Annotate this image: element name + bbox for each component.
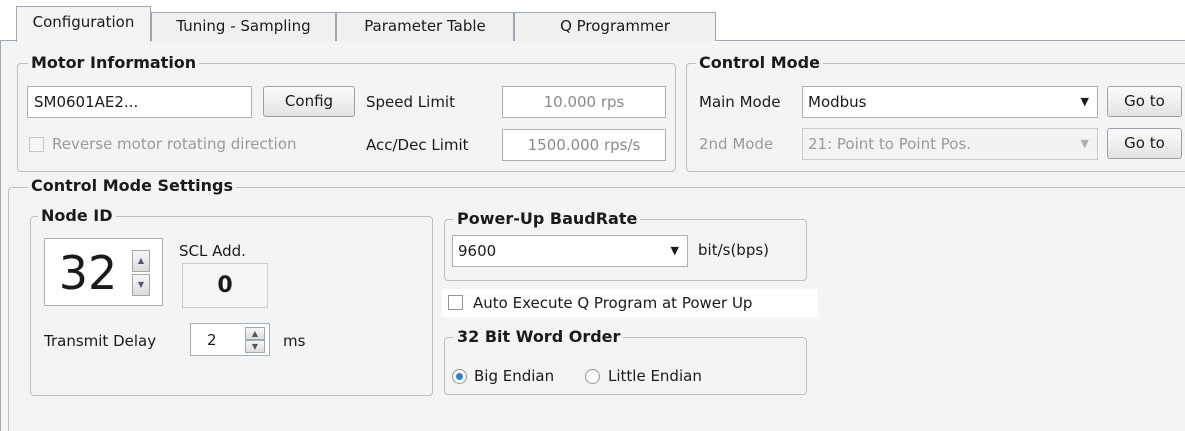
auto-execute-checkbox[interactable] <box>448 295 463 310</box>
transmit-delay-unit: ms <box>283 332 306 350</box>
tab-parameter-table[interactable]: Parameter Table <box>336 12 514 41</box>
main-mode-value: Modbus <box>808 93 867 111</box>
acc-dec-limit-field[interactable]: 1500.000 rps/s <box>502 129 666 161</box>
transmit-delay-field[interactable]: 2 ▲ ▼ <box>190 323 270 356</box>
second-mode-select[interactable]: 21: Point to Point Pos. ▼ <box>802 128 1098 160</box>
tab-q-programmer[interactable]: Q Programmer <box>514 12 716 41</box>
node-id-down-button[interactable]: ▼ <box>132 274 150 296</box>
main-mode-select[interactable]: Modbus ▼ <box>802 86 1098 118</box>
baudrate-value: 9600 <box>458 242 497 260</box>
second-mode-label: 2nd Mode <box>699 135 774 153</box>
big-endian-label: Big Endian <box>474 367 555 385</box>
motor-information-title: Motor Information <box>28 54 200 72</box>
baudrate-unit: bit/s(bps) <box>698 241 770 259</box>
auto-execute-label: Auto Execute Q Program at Power Up <box>473 294 753 312</box>
speed-limit-field[interactable]: 10.000 rps <box>502 86 666 118</box>
transmit-delay-down-button[interactable]: ▼ <box>245 340 265 353</box>
scl-address-label: SCL Add. <box>179 242 246 260</box>
speed-limit-label: Speed Limit <box>366 93 455 111</box>
tab-tuning-sampling[interactable]: Tuning - Sampling <box>151 12 336 41</box>
motor-model-field[interactable]: SM0601AE2... <box>27 86 252 118</box>
chevron-down-icon: ▼ <box>670 244 679 257</box>
little-endian-radio[interactable] <box>585 369 600 384</box>
transmit-delay-label: Transmit Delay <box>44 332 157 350</box>
node-id-up-button[interactable]: ▲ <box>132 250 150 272</box>
little-endian-label: Little Endian <box>608 367 702 385</box>
scl-address-value: 0 <box>182 263 268 308</box>
baudrate-title: Power-Up BaudRate <box>454 210 641 228</box>
node-id-title: Node ID <box>38 207 116 225</box>
control-mode-title: Control Mode <box>696 54 823 72</box>
tab-bar: Configuration Tuning - Sampling Paramete… <box>0 0 1185 42</box>
reverse-direction-checkbox[interactable] <box>29 137 44 152</box>
tab-configuration[interactable]: Configuration <box>16 6 151 42</box>
config-button[interactable]: Config <box>263 86 355 117</box>
big-endian-radio[interactable] <box>452 369 467 384</box>
second-mode-value: 21: Point to Point Pos. <box>808 135 972 153</box>
acc-dec-limit-label: Acc/Dec Limit <box>366 136 469 154</box>
reverse-direction-label: Reverse motor rotating direction <box>52 135 297 153</box>
second-mode-goto-button[interactable]: Go to <box>1107 128 1182 159</box>
chevron-down-icon: ▼ <box>1080 95 1089 108</box>
transmit-delay-value: 2 <box>207 331 217 349</box>
transmit-delay-up-button[interactable]: ▲ <box>245 327 265 340</box>
node-id-value: 32 <box>58 246 118 300</box>
main-mode-label: Main Mode <box>699 93 781 111</box>
baudrate-select[interactable]: 9600 ▼ <box>452 235 688 267</box>
chevron-down-icon: ▼ <box>1080 137 1089 150</box>
main-mode-goto-button[interactable]: Go to <box>1107 86 1182 117</box>
word-order-title: 32 Bit Word Order <box>454 328 624 346</box>
node-id-field[interactable]: 32 ▲ ▼ <box>44 238 163 306</box>
control-mode-settings-title: Control Mode Settings <box>28 177 237 195</box>
